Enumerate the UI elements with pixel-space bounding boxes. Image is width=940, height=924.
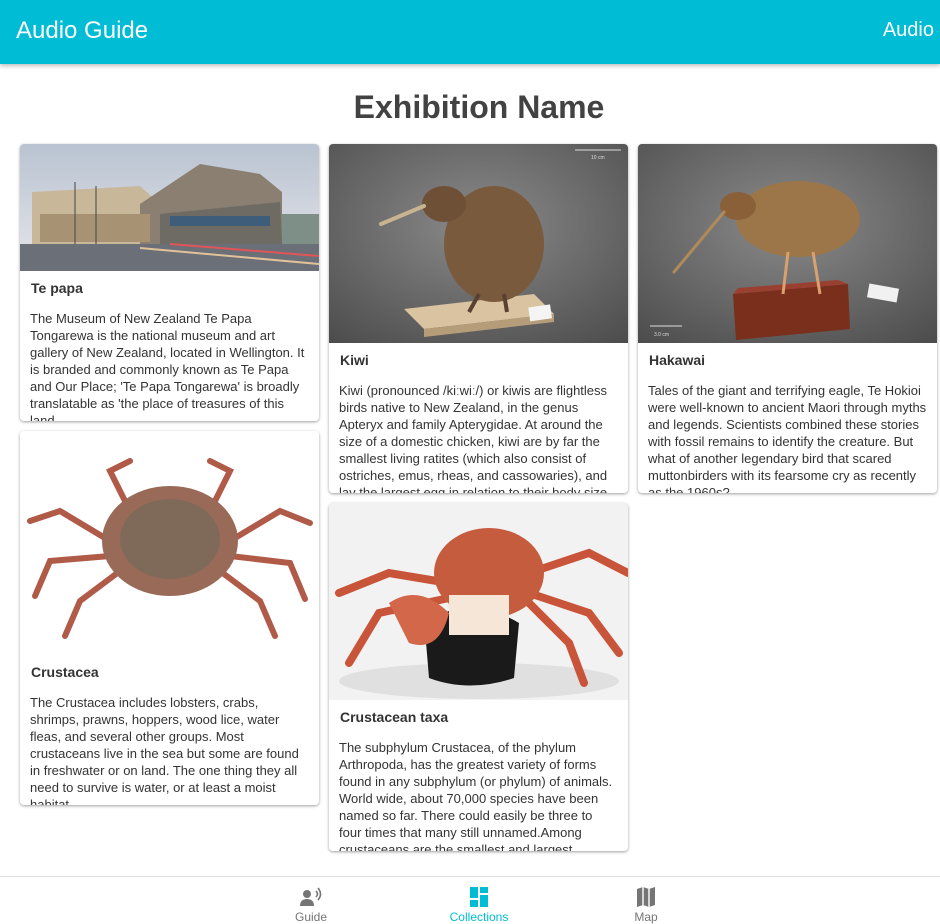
- card-te-papa[interactable]: Te papa The Museum of New Zealand Te Pap…: [20, 144, 319, 421]
- card-kiwi[interactable]: 10 cm Kiwi Kiwi (pronounced /kiːwiː/) or…: [329, 144, 628, 493]
- card-description: The Museum of New Zealand Te Papa Tongar…: [30, 311, 305, 421]
- crustacean-taxa-image: [329, 503, 628, 700]
- page-title: Exhibition Name: [353, 89, 605, 125]
- card-crustacea[interactable]: Crustacea The Crustacea includes lobster…: [20, 431, 319, 805]
- dashboard-icon: [470, 887, 488, 907]
- te-papa-image: [20, 144, 319, 271]
- card-title: Hakawai: [649, 352, 706, 368]
- audio-button[interactable]: Audio: [883, 19, 934, 42]
- nav-map-label: Map: [634, 910, 658, 924]
- card-description: Tales of the giant and terrifying eagle,…: [648, 383, 927, 493]
- hakawai-image: 3.0 cm: [638, 144, 937, 343]
- map-icon: [637, 887, 655, 907]
- card-crustacean-taxa[interactable]: Crustacean taxa The subphylum Crustacea,…: [329, 503, 628, 851]
- card-title: Kiwi: [340, 352, 369, 368]
- app-title: Audio Guide: [16, 17, 149, 44]
- nav-guide-label: Guide: [294, 910, 328, 924]
- card-title: Crustacea: [31, 664, 99, 680]
- card-description: The Crustacea includes lobsters, crabs, …: [30, 695, 299, 805]
- scale-label: 3.0 cm: [654, 332, 669, 338]
- card-description: Kiwi (pronounced /kiːwiː/) or kiwis are …: [339, 383, 611, 493]
- scale-label: 10 cm: [591, 155, 605, 161]
- nav-guide[interactable]: Guide: [251, 877, 371, 924]
- card-title: Te papa: [31, 280, 83, 296]
- nav-collections-label: Collections: [449, 910, 509, 924]
- card-title: Crustacean taxa: [340, 709, 449, 725]
- record-voice-icon: [300, 887, 322, 906]
- card-hakawai[interactable]: 3.0 cm Hakawai Tales of the giant and te…: [638, 144, 937, 493]
- bottom-navigation: Guide Collections Map: [0, 876, 940, 924]
- nav-collections[interactable]: Collections: [419, 877, 539, 924]
- crustacea-image: [20, 431, 319, 655]
- app-bar: Audio Guide Audio: [0, 0, 940, 64]
- card-description: The subphylum Crustacea, of the phylum A…: [339, 740, 613, 851]
- kiwi-image: 10 cm: [329, 144, 628, 343]
- nav-map[interactable]: Map: [586, 877, 706, 924]
